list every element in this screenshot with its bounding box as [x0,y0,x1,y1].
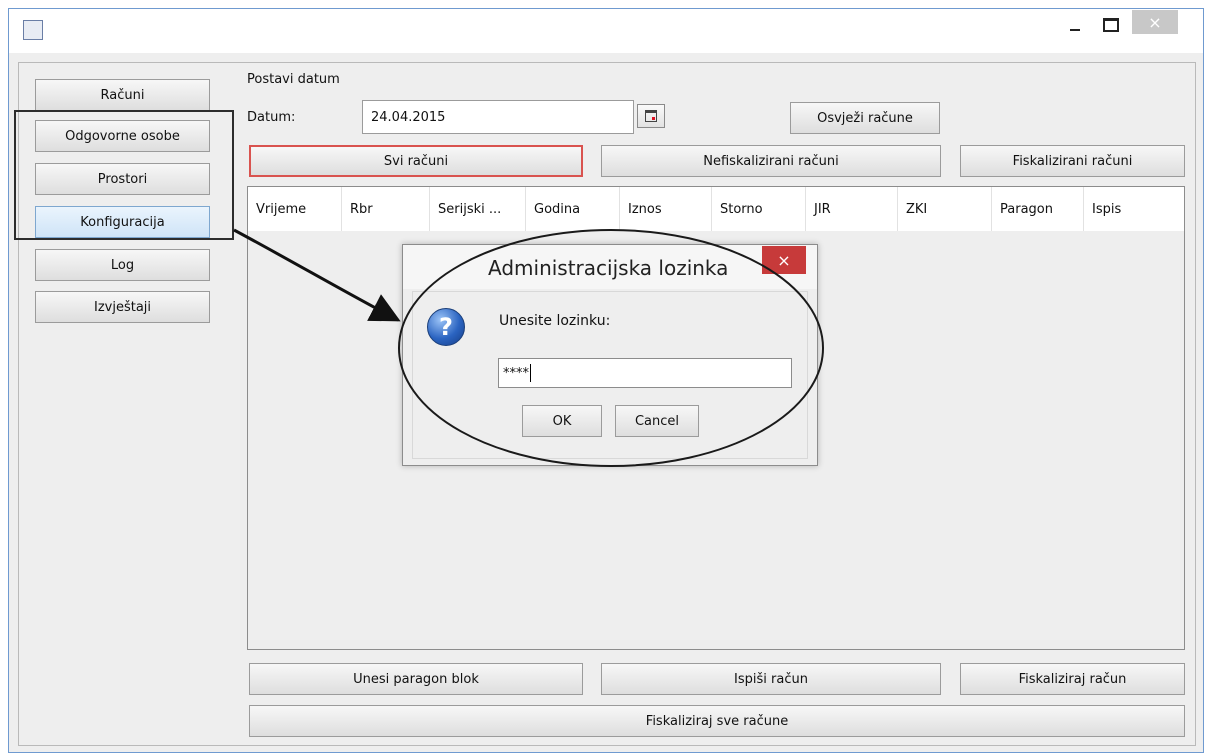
question-icon: ? [427,308,465,346]
tab-unfiscalized-invoices[interactable]: Nefiskalizirani računi [601,145,941,177]
maximize-button[interactable] [1094,12,1128,38]
cancel-button[interactable]: Cancel [615,405,699,437]
minimize-icon [1070,29,1080,31]
column-header-serijski[interactable]: Serijski ... [430,187,526,231]
dialog-title: Administracijska lozinka [488,256,729,280]
fiscalize-invoice-button[interactable]: Fiskaliziraj račun [960,663,1185,695]
tab-fiscalized-invoices[interactable]: Fiskalizirani računi [960,145,1185,177]
date-label: Datum: [247,110,296,125]
sidebar-item-izvjestaji[interactable]: Izvještaji [35,291,210,323]
column-header-ispis[interactable]: Ispis [1084,187,1184,231]
close-icon: × [1148,12,1162,32]
date-input[interactable]: 24.04.2015 [362,100,634,134]
column-header-jir[interactable]: JIR [806,187,898,231]
column-header-rbr[interactable]: Rbr [342,187,430,231]
password-input[interactable]: **** [498,358,792,388]
print-invoice-button[interactable]: Ispiši račun [601,663,941,695]
calendar-icon [645,110,657,122]
maximize-icon [1103,18,1119,32]
ok-button[interactable]: OK [522,405,602,437]
window-close-button[interactable]: × [1132,10,1178,34]
sidebar-item-log[interactable]: Log [35,249,210,281]
calendar-button[interactable] [637,104,665,128]
refresh-invoices-button[interactable]: Osvježi račune [790,102,940,134]
column-header-vrijeme[interactable]: Vrijeme [248,187,342,231]
tab-all-invoices[interactable]: Svi računi [249,145,583,177]
password-prompt: Unesite lozinku: [499,313,611,329]
title-bar [9,9,1203,53]
column-header-iznos[interactable]: Iznos [620,187,712,231]
sidebar-item-racuni[interactable]: Računi [35,79,210,111]
column-header-zki[interactable]: ZKI [898,187,992,231]
minimize-button[interactable] [1058,12,1092,38]
text-caret [530,364,531,382]
date-section-title: Postavi datum [247,72,340,87]
enter-paragon-button[interactable]: Unesi paragon blok [249,663,583,695]
dialog-close-button[interactable]: × [762,246,806,274]
column-header-godina[interactable]: Godina [526,187,620,231]
column-header-paragon[interactable]: Paragon [992,187,1084,231]
annotation-highlight-box [14,110,234,240]
java-app-icon [23,20,43,40]
close-icon: × [777,250,791,270]
column-header-storno[interactable]: Storno [712,187,806,231]
fiscalize-all-button[interactable]: Fiskaliziraj sve račune [249,705,1185,737]
